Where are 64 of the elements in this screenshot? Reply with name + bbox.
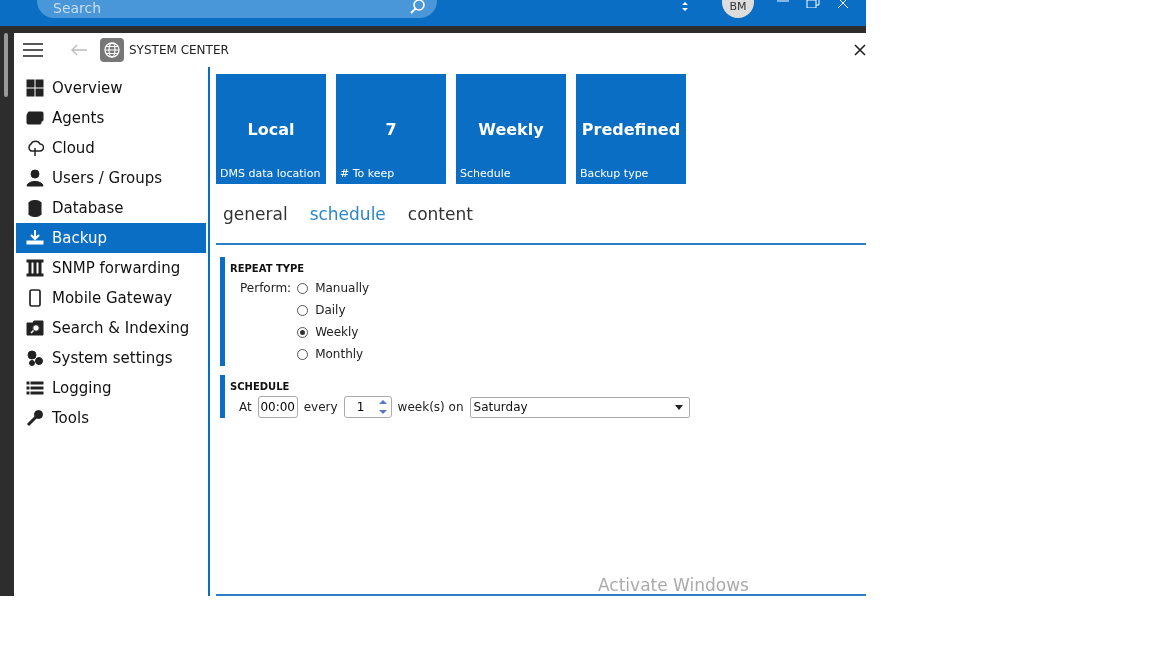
tile-label: DMS data location [219, 167, 322, 182]
activation-notice: Activate Windows [598, 576, 750, 594]
field-label: At [239, 400, 252, 414]
summary-tile[interactable]: Local DMS data location [216, 74, 326, 184]
sidebar-item[interactable]: Logging [16, 373, 206, 403]
cloud-upload-icon [26, 139, 44, 157]
number-field[interactable]: 1 [343, 396, 392, 418]
window-title: SYSTEM CENTER [129, 43, 229, 57]
sidebar-item[interactable]: Database [16, 193, 206, 223]
scrollbar-thumb[interactable] [4, 33, 8, 97]
summary-tile[interactable]: Weekly Schedule [456, 74, 566, 184]
spin-arrows-icon[interactable] [377, 397, 388, 417]
close-icon[interactable] [854, 44, 866, 56]
phone-icon [26, 289, 44, 307]
tile-label: Backup type [579, 167, 650, 182]
grid-icon [26, 79, 44, 97]
sidebar-item[interactable]: Agents [16, 103, 206, 133]
tile-label: Schedule [459, 167, 512, 182]
user-icon [26, 169, 44, 187]
section-heading: REPEAT TYPE [230, 263, 306, 274]
field-label: Perform: [240, 280, 292, 297]
search-icon[interactable] [409, 0, 427, 15]
tab[interactable]: content [407, 204, 473, 224]
menu-icon[interactable] [23, 43, 43, 57]
user-avatar[interactable]: BM [722, 0, 754, 18]
columns-icon [26, 259, 44, 277]
tab[interactable]: schedule [309, 204, 386, 224]
sidebar-item[interactable]: SNMP forwarding [16, 253, 206, 283]
radio-option[interactable]: Monthly [297, 346, 370, 362]
summary-tile[interactable]: 7 # To keep [336, 74, 446, 184]
sidebar-item[interactable]: Overview [16, 73, 206, 103]
section-accent [220, 375, 225, 418]
radio-option[interactable]: Manually [297, 280, 370, 296]
sidebar-item[interactable]: Tools [16, 403, 206, 433]
tile-value: Weekly [477, 119, 545, 141]
list-icon [26, 379, 44, 397]
globe-icon [100, 38, 124, 62]
summary-tile[interactable]: Predefined Backup type [576, 74, 686, 184]
cards-icon [26, 109, 44, 127]
sidebar-item[interactable]: Backup [16, 223, 206, 253]
day-dropdown[interactable]: Saturday [469, 396, 690, 418]
search-field[interactable]: Search [37, 0, 437, 18]
tile-value: Local [246, 119, 296, 141]
sort-icon[interactable] [680, 2, 690, 12]
tile-label: # To keep [339, 167, 396, 182]
time-field[interactable]: 00:00 [257, 396, 298, 418]
dropdown-caret-icon [674, 404, 683, 410]
restore-icon[interactable] [806, 0, 820, 8]
field-label: week(s) on [397, 400, 464, 414]
section-heading: SCHEDULE [230, 381, 291, 392]
folder-search-icon [26, 319, 44, 337]
sidebar-item[interactable]: Users / Groups [16, 163, 206, 193]
radio-option[interactable]: Weekly [297, 324, 370, 340]
tab[interactable]: general [223, 204, 288, 224]
download-icon [26, 229, 44, 247]
sidebar-item[interactable]: Search & Indexing [16, 313, 206, 343]
database-icon [26, 199, 44, 217]
sidebar-item[interactable]: Mobile Gateway [16, 283, 206, 313]
sidebar-item[interactable]: System settings [16, 343, 206, 373]
sidebar-item[interactable]: Cloud [16, 133, 206, 163]
radio-option[interactable]: Daily [297, 302, 370, 318]
tile-value: 7 [384, 119, 398, 141]
field-label: every [303, 400, 338, 414]
tile-value: Predefined [580, 119, 682, 141]
